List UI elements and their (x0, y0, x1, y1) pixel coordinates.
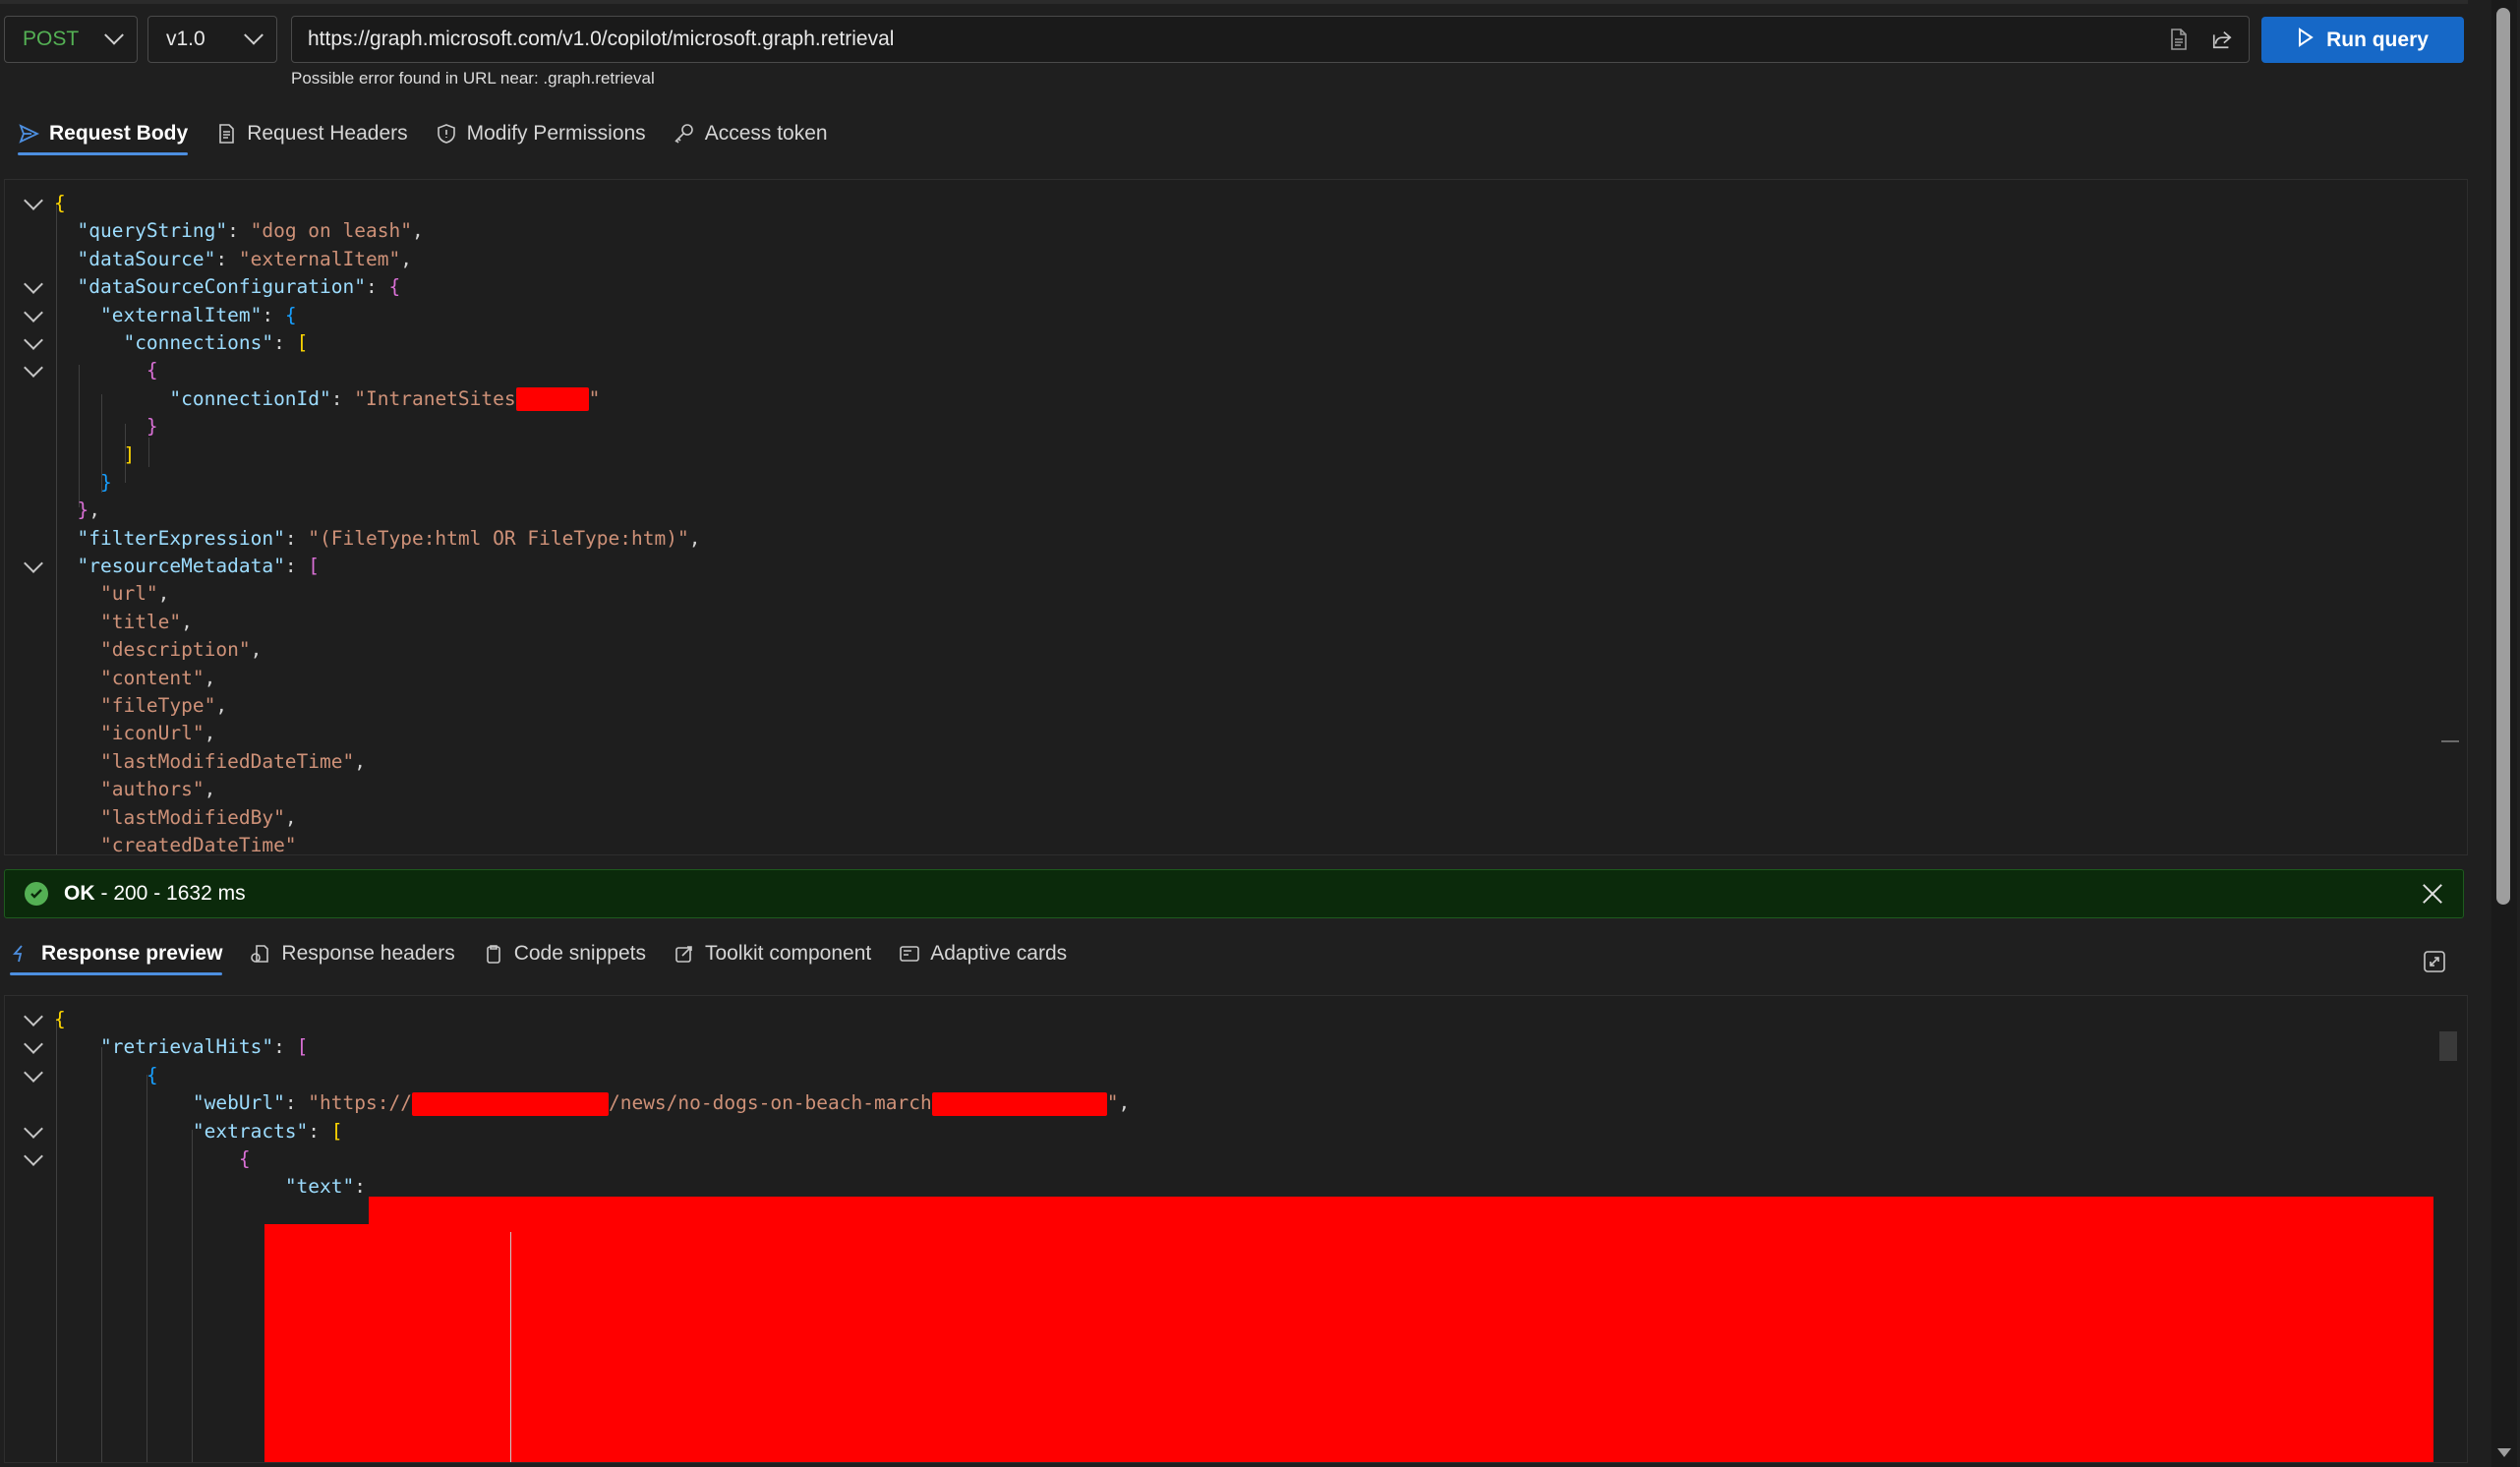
tab-modify-permissions[interactable]: Modify Permissions (436, 122, 646, 155)
tab-label: Request Headers (247, 122, 408, 145)
shield-icon (437, 124, 455, 144)
key-icon (674, 124, 693, 144)
status-label: OK (64, 882, 95, 905)
url-text[interactable]: https://graph.microsoft.com/v1.0/copilot… (308, 28, 2146, 51)
fold-icon[interactable] (24, 274, 43, 295)
chevron-down-icon (104, 25, 124, 45)
status-text: - 200 - 1632 ms (100, 882, 246, 905)
top-divider (0, 0, 2468, 4)
scrollbar-thumb[interactable] (2496, 8, 2510, 905)
tab-adaptive-cards[interactable]: Adaptive cards (899, 942, 1067, 975)
tab-label: Toolkit component (704, 942, 872, 965)
card-icon (900, 946, 920, 962)
fold-icon[interactable] (24, 302, 43, 323)
request-code: { "queryString": "dog on leash", "dataSo… (5, 190, 2467, 854)
tab-label: Access token (704, 122, 828, 145)
document-icon[interactable] (2168, 29, 2190, 50)
fold-icon[interactable] (24, 1118, 43, 1139)
scroll-down-icon[interactable] (2497, 1448, 2511, 1457)
response-preview-editor[interactable]: { "retrievalHits": [ { "webUrl": "https:… (4, 995, 2468, 1463)
chevron-down-icon (244, 25, 264, 45)
toolkit-icon (675, 946, 692, 963)
fold-icon[interactable] (24, 191, 43, 210)
tab-response-preview[interactable]: Response preview (10, 942, 223, 975)
tab-code-snippets[interactable]: Code snippets (483, 942, 646, 975)
redacted-block (264, 1224, 2433, 1462)
clipboard-icon (486, 945, 500, 964)
close-icon[interactable] (2422, 883, 2443, 905)
api-version-value: v1.0 (166, 28, 205, 50)
fold-icon[interactable] (24, 1146, 43, 1166)
fold-icon[interactable] (24, 1034, 43, 1055)
request-tabs: Request Body Request Headers Modify Perm… (18, 122, 828, 155)
play-icon (2297, 27, 2315, 53)
fold-icon[interactable] (24, 1007, 43, 1027)
fold-icon[interactable] (24, 1062, 43, 1083)
fold-icon[interactable] (24, 554, 43, 573)
tab-toolkit-component[interactable]: Toolkit component (674, 942, 871, 975)
document-icon (219, 124, 234, 144)
tab-request-body[interactable]: Request Body (18, 122, 189, 155)
run-query-label: Run query (2326, 28, 2429, 51)
tab-response-headers[interactable]: Response headers (250, 942, 455, 975)
redacted-block (411, 1091, 609, 1116)
tab-label: Request Body (49, 122, 189, 145)
api-version-dropdown[interactable]: v1.0 (147, 16, 277, 63)
tab-label: Modify Permissions (466, 122, 646, 145)
tab-label: Response preview (41, 942, 223, 965)
http-method-dropdown[interactable]: POST (4, 16, 138, 63)
run-query-button[interactable]: Run query (2261, 17, 2464, 63)
status-bar: OK - 200 - 1632 ms (4, 869, 2464, 918)
fold-icon[interactable] (24, 330, 43, 350)
redacted-block (515, 387, 589, 412)
tab-label: Code snippets (513, 942, 646, 965)
tab-request-headers[interactable]: Request Headers (215, 122, 408, 155)
preview-icon (13, 945, 23, 963)
tab-label: Response headers (281, 942, 455, 965)
response-tabs: Response preview Response headers Code s… (10, 942, 1067, 975)
checkmark-icon (25, 882, 48, 906)
redacted-block (931, 1091, 1107, 1116)
overview-ruler-mark (2441, 740, 2459, 742)
share-icon[interactable] (2211, 29, 2233, 50)
editor-scrollbar[interactable] (2439, 1031, 2457, 1061)
page-scrollbar[interactable] (2491, 0, 2517, 1467)
url-warning: Possible error found in URL near: .graph… (291, 69, 655, 88)
url-input[interactable]: https://graph.microsoft.com/v1.0/copilot… (291, 16, 2250, 63)
headers-icon (251, 945, 269, 963)
request-body-editor[interactable]: { "queryString": "dog on leash", "dataSo… (4, 179, 2468, 855)
send-icon (19, 124, 39, 144)
tab-access-token[interactable]: Access token (674, 122, 828, 155)
http-method-value: POST (23, 28, 80, 50)
expand-icon[interactable] (2423, 950, 2446, 973)
fold-icon[interactable] (24, 358, 43, 379)
response-code: { "retrievalHits": [ { "webUrl": "https:… (5, 1006, 2467, 1202)
tab-label: Adaptive cards (930, 942, 1068, 965)
